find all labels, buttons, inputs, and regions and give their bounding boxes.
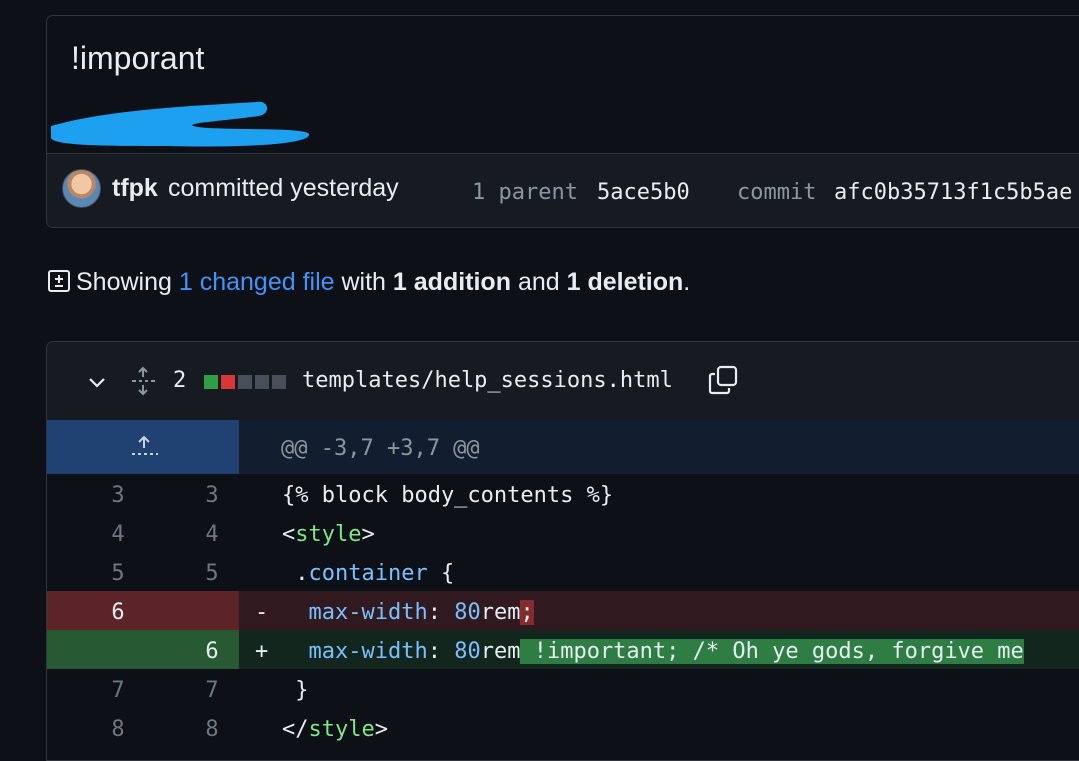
- diffstat-add-block: [204, 375, 218, 389]
- old-line-number[interactable]: 6: [103, 600, 133, 625]
- selector-name: container: [308, 561, 428, 586]
- old-line-number[interactable]: 7: [103, 678, 133, 703]
- new-line-number[interactable]: 3: [197, 483, 227, 508]
- change-count: 2: [173, 368, 187, 393]
- diffstat-neutral-block: [255, 375, 269, 389]
- tag-close-bracket: >: [374, 717, 388, 742]
- parent-label: 1 parent: [472, 180, 578, 205]
- addition-sign: +: [255, 639, 269, 664]
- code-text: <style>: [282, 522, 375, 547]
- property-unit: rem: [480, 639, 521, 664]
- tag-open-bracket: <: [282, 522, 296, 547]
- property-colon: :: [427, 639, 455, 664]
- author-link[interactable]: tfpk: [112, 174, 158, 203]
- summary-and: and: [517, 268, 560, 296]
- code-text: max-width: 80rem;: [282, 600, 534, 625]
- old-line-number[interactable]: 3: [103, 483, 133, 508]
- deleted-highlight: ;: [520, 600, 534, 625]
- additions-count: 1 addition: [392, 268, 511, 296]
- new-line-number[interactable]: 7: [197, 678, 227, 703]
- chevron-down-icon[interactable]: [85, 370, 109, 394]
- code-text: max-width: 80rem !important; /* Oh ye go…: [282, 639, 1024, 664]
- deletion-sign: -: [255, 600, 269, 625]
- tag-close-bracket: >: [361, 522, 375, 547]
- deleted-line: 6 - max-width: 80rem;: [47, 591, 1079, 630]
- diffstat-neutral-block: [272, 375, 286, 389]
- commit-title: !imporant: [71, 40, 205, 76]
- code-text: }: [282, 678, 309, 703]
- commit-label: commit: [737, 180, 817, 205]
- diffstat-blocks: [204, 375, 286, 389]
- changed-files-link[interactable]: 1 changed file: [179, 268, 335, 296]
- summary-with: with: [341, 268, 386, 296]
- expand-up-button[interactable]: [47, 420, 239, 474]
- tag-open-bracket: </: [282, 717, 309, 742]
- expand-up-icon: [132, 435, 158, 455]
- property-name: max-width: [308, 639, 428, 664]
- property-number: 80: [454, 600, 481, 625]
- file-header: 2 templates/help_sessions.html: [47, 342, 1079, 421]
- code-text: .container {: [282, 561, 454, 586]
- redaction-mark: [51, 101, 310, 147]
- file-name-link[interactable]: templates/help_sessions.html: [302, 368, 673, 393]
- new-line-number[interactable]: 4: [197, 522, 227, 547]
- selector-prefix: .: [282, 561, 309, 586]
- property-number: 80: [454, 639, 481, 664]
- code-text: </style>: [282, 717, 388, 742]
- avatar[interactable]: [62, 169, 101, 208]
- diff-summary: Showing 1 changed file with 1 addition a…: [47, 268, 690, 297]
- deleted-gutter: [47, 591, 239, 630]
- diff-line: 8 8 </style>: [47, 708, 1079, 747]
- property-colon: :: [427, 600, 455, 625]
- copy-icon[interactable]: [707, 364, 739, 396]
- tag-name: style: [308, 717, 375, 742]
- old-line-number[interactable]: 4: [103, 522, 133, 547]
- property-name: max-width: [308, 600, 428, 625]
- diff-icon: [48, 270, 70, 292]
- diffstat-neutral-block: [238, 375, 252, 389]
- hunk-header: @@ -3,7 +3,7 @@: [47, 420, 1079, 474]
- old-line-number[interactable]: 8: [103, 717, 133, 742]
- tag-name: style: [295, 522, 362, 547]
- selector-brace: {: [427, 561, 455, 586]
- old-line-number[interactable]: 5: [103, 561, 133, 586]
- commit-header: !imporant tfpk committed yesterday 1 par…: [46, 15, 1079, 228]
- diffstat-del-block: [221, 375, 235, 389]
- new-line-number[interactable]: 6: [197, 639, 227, 664]
- diff-line: 3 3 {% block body_contents %}: [47, 474, 1079, 513]
- commit-meta: tfpk committed yesterday 1 parent 5ace5b…: [47, 153, 1079, 227]
- hunk-range: @@ -3,7 +3,7 @@: [281, 436, 480, 461]
- file-diff: 2 templates/help_sessions.html @@ -3,7 +…: [46, 341, 1079, 761]
- new-line-number[interactable]: 8: [197, 717, 227, 742]
- diff-line: 4 4 <style>: [47, 513, 1079, 552]
- deletions-count: 1 deletion: [566, 268, 684, 296]
- summary-prefix: Showing: [76, 268, 172, 296]
- new-line-number[interactable]: 5: [197, 561, 227, 586]
- summary-period: .: [683, 268, 691, 296]
- commit-sha: afc0b35713f1c5b5ae: [834, 180, 1073, 205]
- parent-sha-link[interactable]: 5ace5b0: [597, 180, 690, 205]
- diff-line: 5 5 .container {: [47, 552, 1079, 591]
- added-highlight: !important; /* Oh ye gods, forgive me: [520, 639, 1024, 664]
- code-text: {% block body_contents %}: [282, 483, 614, 508]
- added-line: 6 + max-width: 80rem !important; /* Oh y…: [47, 630, 1079, 669]
- expand-all-icon[interactable]: [130, 366, 156, 396]
- diff-line: 7 7 }: [47, 669, 1079, 708]
- commit-time: committed yesterday: [168, 174, 399, 202]
- property-unit: rem: [480, 600, 521, 625]
